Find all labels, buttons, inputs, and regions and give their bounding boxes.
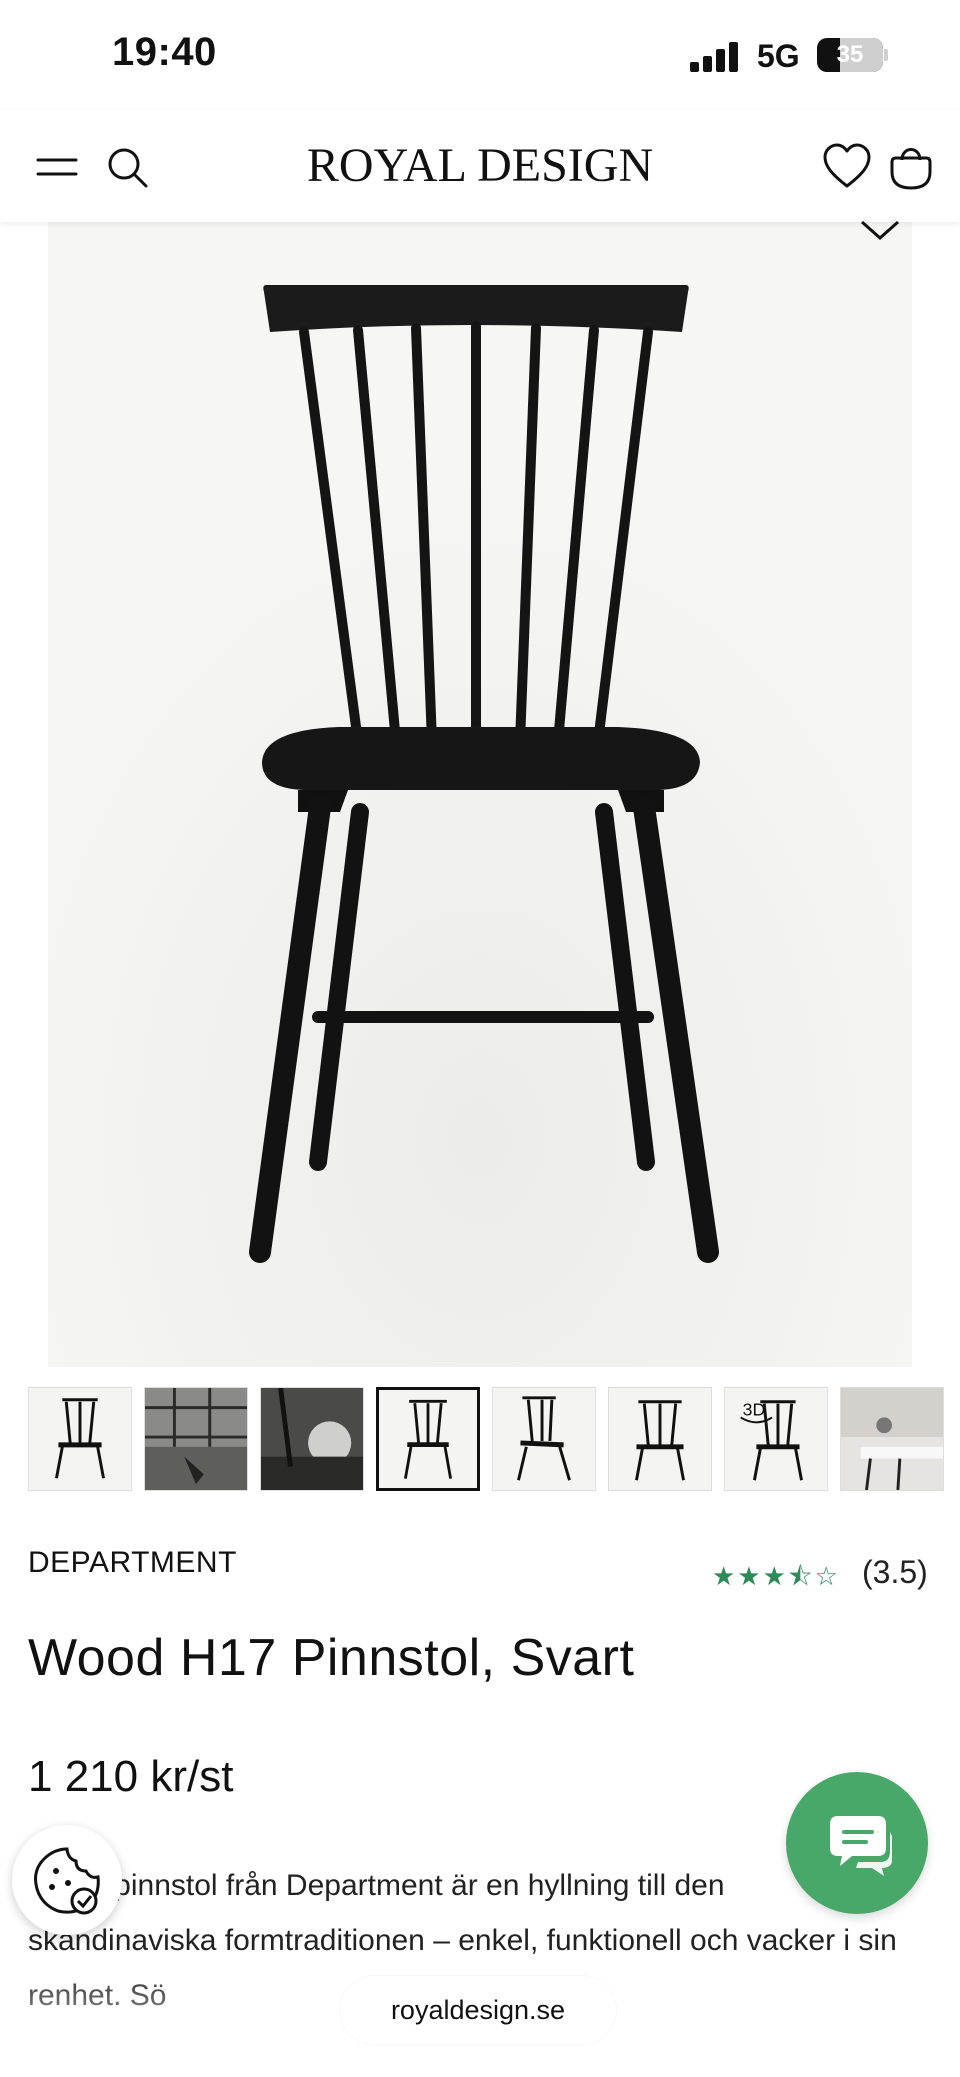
thumbnail-front-view-selected[interactable] <box>376 1387 480 1491</box>
signal-icon <box>690 42 742 72</box>
thumbnail-back-view[interactable] <box>608 1387 712 1491</box>
wishlist-button[interactable] <box>820 140 874 194</box>
product-price: 1 210 kr/st <box>28 1752 234 1801</box>
3d-badge: 3D <box>743 1399 766 1419</box>
status-bar: 19:40 5G 35 <box>0 0 960 110</box>
product-image[interactable] <box>48 222 912 1367</box>
product-brand[interactable]: DEPARTMENT <box>28 1546 237 1580</box>
chat-button[interactable] <box>786 1772 928 1914</box>
thumbnail-3d-view[interactable]: 3D <box>724 1387 828 1491</box>
status-time: 19:40 <box>112 30 217 74</box>
thumbnail-detail-closeup[interactable] <box>260 1387 364 1491</box>
cookie-settings-button[interactable] <box>12 1825 122 1935</box>
rating-value: (3.5) <box>862 1554 928 1590</box>
battery-icon: 35 <box>817 38 883 72</box>
chat-icon <box>830 1816 892 1876</box>
cookie-icon <box>34 1847 100 1915</box>
site-header: ROYAL DESIGN <box>0 110 960 222</box>
heart-icon <box>823 143 871 188</box>
cart-button[interactable] <box>884 140 938 194</box>
thumbnail-side-view[interactable] <box>492 1387 596 1491</box>
thumbnail-room-scene[interactable] <box>840 1387 944 1491</box>
chair-image <box>48 222 912 1367</box>
product-title: Wood H17 Pinnstol, Svart <box>28 1629 635 1687</box>
brand-logo[interactable]: ROYAL DESIGN <box>0 138 960 193</box>
thumbnail-strip: 3D <box>28 1387 960 1493</box>
thumbnail-front-view[interactable] <box>28 1387 132 1491</box>
bag-icon <box>890 148 932 190</box>
chevron-down-icon[interactable] <box>858 216 902 244</box>
battery-level: 35 <box>836 41 864 68</box>
thumbnail-lifestyle-window[interactable] <box>144 1387 248 1491</box>
rating-stars: ★★★⯪☆ <box>712 1561 840 1591</box>
network-label: 5G <box>757 38 800 74</box>
browser-url-bar[interactable]: royaldesign.se <box>340 1976 616 2044</box>
